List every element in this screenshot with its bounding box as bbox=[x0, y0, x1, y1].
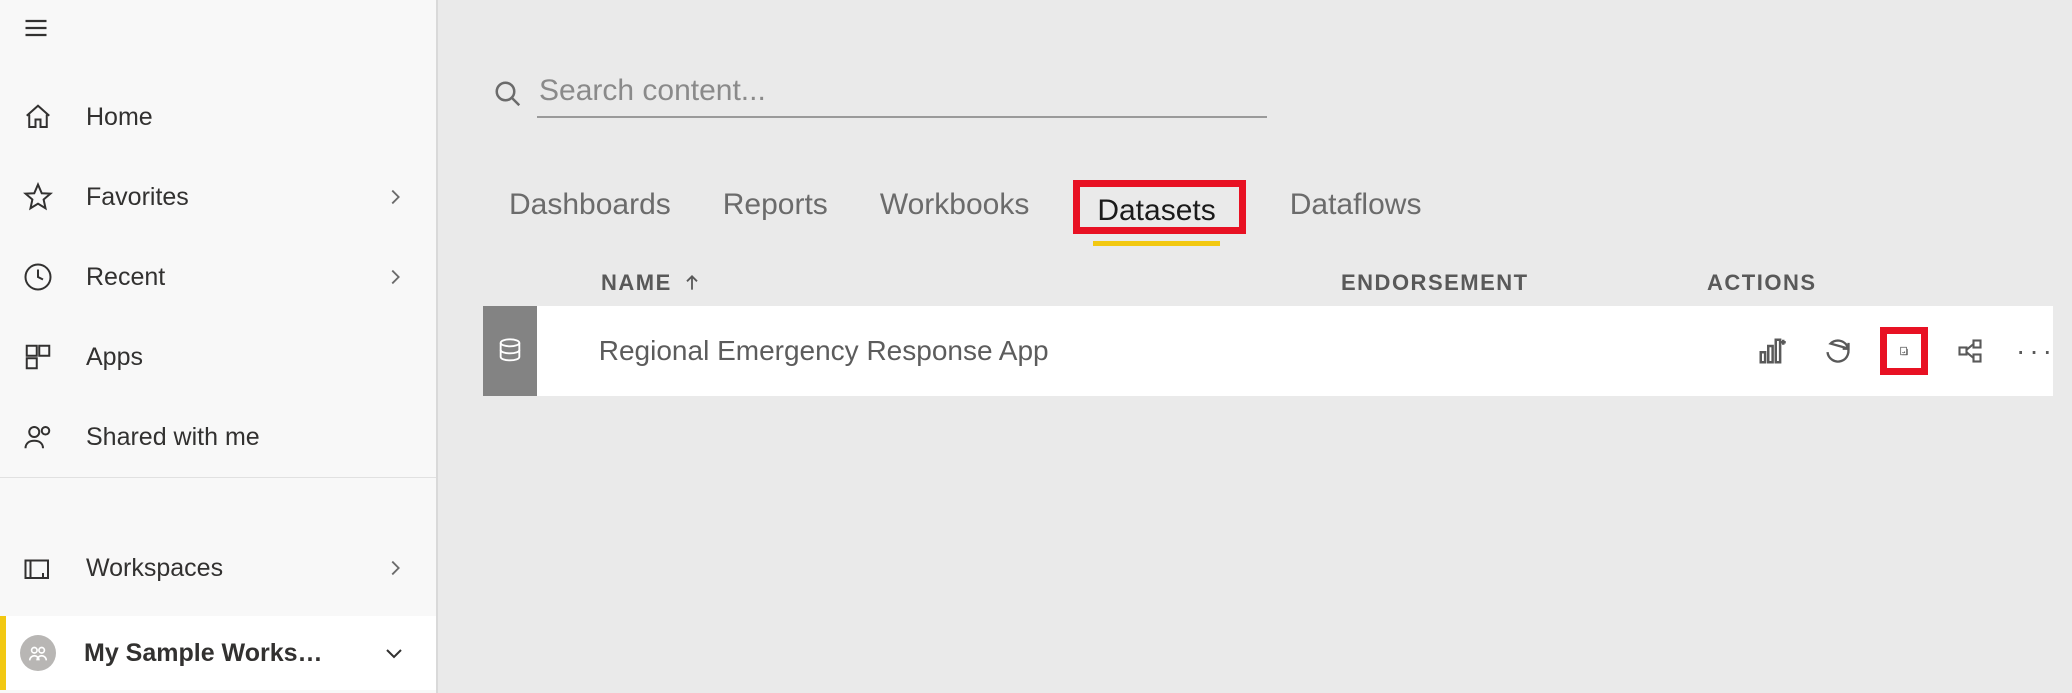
left-nav: Home Favorites Recent Apps bbox=[0, 0, 438, 693]
workspaces-icon bbox=[22, 552, 54, 584]
highlight-box-tab: Datasets bbox=[1077, 184, 1241, 230]
tab-strip: Dashboards Reports Workbooks Datasets Da… bbox=[483, 184, 2053, 236]
more-options-button[interactable]: ··· bbox=[2019, 334, 2053, 368]
nav-apps[interactable]: Apps bbox=[0, 317, 436, 397]
nav-label: Recent bbox=[86, 263, 165, 292]
chevron-down-icon bbox=[382, 641, 406, 665]
schedule-refresh-icon[interactable] bbox=[1887, 334, 1921, 368]
hamburger-button[interactable] bbox=[0, 0, 436, 55]
tab-dashboards[interactable]: Dashboards bbox=[505, 184, 675, 236]
search-row bbox=[483, 70, 2053, 118]
nav-label: Shared with me bbox=[86, 423, 260, 452]
nav-recent[interactable]: Recent bbox=[0, 237, 436, 317]
chevron-right-icon bbox=[384, 186, 406, 208]
dataset-name[interactable]: Regional Emergency Response App bbox=[537, 335, 1394, 367]
col-header-name-label: NAME bbox=[601, 270, 672, 296]
main-content: Dashboards Reports Workbooks Datasets Da… bbox=[438, 0, 2072, 693]
home-icon bbox=[22, 101, 54, 133]
tab-dataflows[interactable]: Dataflows bbox=[1286, 184, 1426, 236]
dataset-type-icon bbox=[483, 306, 537, 396]
row-actions: ··· bbox=[1745, 334, 2053, 368]
nav-label: Apps bbox=[86, 343, 143, 372]
workspace-name: My Sample Works… bbox=[84, 639, 323, 668]
table-row[interactable]: Regional Emergency Response App ··· bbox=[483, 306, 2053, 396]
clock-icon bbox=[22, 261, 54, 293]
nav-group: Home Favorites Recent Apps bbox=[0, 55, 436, 477]
nav-workspaces[interactable]: Workspaces bbox=[0, 528, 436, 608]
chevron-right-icon bbox=[384, 557, 406, 579]
divider bbox=[0, 477, 436, 478]
nav-label: Home bbox=[86, 103, 153, 132]
share-icon[interactable] bbox=[1953, 334, 1987, 368]
hamburger-icon bbox=[22, 14, 50, 42]
table-header: NAME ENDORSEMENT ACTIONS bbox=[483, 270, 2053, 296]
workspace-avatar-icon bbox=[20, 635, 56, 671]
tab-workbooks[interactable]: Workbooks bbox=[876, 184, 1034, 236]
refresh-now-icon[interactable] bbox=[1821, 334, 1855, 368]
col-header-actions: ACTIONS bbox=[1707, 270, 2053, 296]
apps-icon bbox=[22, 341, 54, 373]
col-header-name[interactable]: NAME bbox=[511, 270, 1341, 296]
tab-datasets[interactable]: Datasets bbox=[1093, 190, 1219, 246]
nav-label: Workspaces bbox=[86, 554, 223, 583]
nav-current-workspace[interactable]: My Sample Works… bbox=[0, 616, 436, 690]
nav-favorites[interactable]: Favorites bbox=[0, 157, 436, 237]
col-header-endorsement[interactable]: ENDORSEMENT bbox=[1341, 270, 1707, 296]
nav-label: Favorites bbox=[86, 183, 189, 212]
sort-asc-icon bbox=[682, 273, 702, 293]
people-icon bbox=[22, 421, 54, 453]
nav-home[interactable]: Home bbox=[0, 77, 436, 157]
search-input[interactable] bbox=[537, 70, 1267, 118]
create-report-icon[interactable] bbox=[1755, 334, 1789, 368]
ellipsis-icon: ··· bbox=[2016, 335, 2056, 367]
search-icon bbox=[493, 79, 523, 109]
tab-reports[interactable]: Reports bbox=[719, 184, 832, 236]
chevron-right-icon bbox=[384, 266, 406, 288]
nav-shared[interactable]: Shared with me bbox=[0, 397, 436, 477]
star-icon bbox=[22, 181, 54, 213]
